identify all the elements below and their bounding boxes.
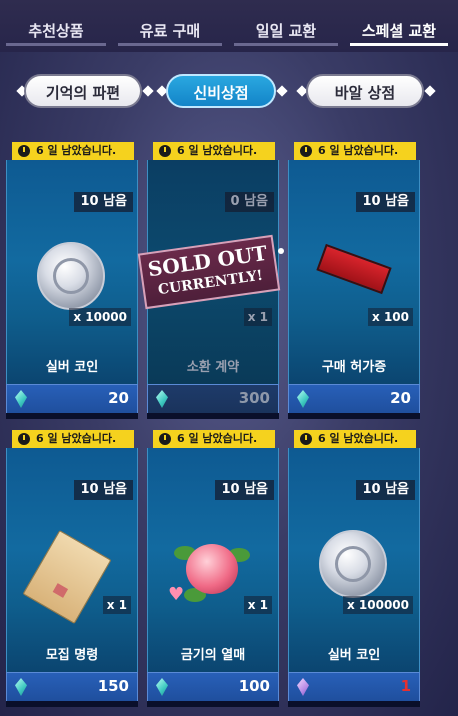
item-name: 모집 명령 — [45, 648, 99, 663]
teal-gem-icon — [15, 390, 27, 408]
timer-text: 6 일 남았습니다. — [318, 432, 399, 445]
item-quantity: x 100 — [368, 308, 413, 326]
item-quantity: x 1 — [102, 596, 131, 614]
timer-text: 6 일 남았습니다. — [36, 144, 117, 157]
teal-gem-icon — [156, 390, 168, 408]
price-bar[interactable]: 300 — [147, 384, 279, 414]
item-name: 실버 코인 — [45, 360, 99, 375]
remaining-count: 0 남음 — [224, 192, 274, 212]
clock-icon — [18, 145, 30, 157]
tab-label: 유료 구매 — [139, 22, 201, 40]
timer-badge: 6 일 남았습니다. — [12, 430, 134, 448]
clock-icon — [300, 433, 312, 445]
silver-coin-image — [319, 530, 387, 598]
price-bar[interactable]: 100 — [147, 672, 279, 702]
heart-icon: ♥ — [168, 584, 185, 605]
subtab-memory-fragment[interactable]: 기억의 파편 — [24, 74, 142, 108]
item-price: 1 — [400, 677, 411, 695]
item-price: 150 — [97, 677, 129, 695]
item-quantity: x 1 — [243, 596, 272, 614]
tab-label: 추천상품 — [28, 22, 84, 40]
purchase-permit-image — [316, 243, 392, 295]
timer-badge: 6 일 남았습니다. — [153, 142, 275, 160]
price-bar[interactable]: 20 — [6, 384, 138, 414]
shop-item-card[interactable]: 6 일 남았습니다. 10 남음 x 10000 실버 코인 20 — [6, 142, 138, 422]
clock-icon — [18, 433, 30, 445]
item-price: 100 — [238, 677, 270, 695]
item-panel: 10 남음 x 100000 실버 코인 — [288, 448, 420, 672]
teal-gem-icon — [156, 678, 168, 696]
item-panel: 10 남음 x 1 모집 명령 — [6, 448, 138, 672]
teal-gem-icon — [15, 678, 27, 696]
subtab-mystic-shop[interactable]: 신비상점 — [166, 74, 276, 108]
sparkle-icon — [278, 248, 284, 254]
subtab-baal-shop[interactable]: 바알 상점 — [306, 74, 424, 108]
shop-item-card[interactable]: 6 일 남았습니다. 10 남음 x 1 모집 명령 150 — [6, 430, 138, 710]
clock-icon — [300, 145, 312, 157]
item-quantity: x 10000 — [69, 308, 131, 326]
subtab-label: 신비상점 — [193, 84, 249, 102]
item-quantity: x 1 — [243, 308, 272, 326]
ornament-diamond — [142, 85, 154, 97]
item-name: 금기의 열매 — [180, 648, 246, 663]
item-price: 20 — [108, 389, 129, 407]
tab-recommended[interactable]: 추천상품 — [0, 0, 112, 52]
timer-text: 6 일 남았습니다. — [177, 432, 258, 445]
item-price: 300 — [238, 389, 270, 407]
item-name: 실버 코인 — [327, 648, 381, 663]
tab-label: 일일 교환 — [255, 22, 317, 40]
price-bar[interactable]: 1 — [288, 672, 420, 702]
remaining-count: 10 남음 — [215, 480, 274, 500]
silver-coin-image — [37, 242, 105, 310]
remaining-count: 10 남음 — [74, 192, 133, 212]
timer-badge: 6 일 남았습니다. — [294, 430, 416, 448]
subtab-label: 바알 상점 — [334, 84, 396, 102]
tab-special-exchange[interactable]: 스페셜 교환 — [344, 0, 454, 52]
teal-gem-icon — [297, 390, 309, 408]
special-exchange-shop-screen: { "tabs": ["추천상품", "유료 구매", "일일 교환", "스페… — [0, 0, 458, 716]
tab-daily-exchange[interactable]: 일일 교환 — [228, 0, 344, 52]
timer-text: 6 일 남았습니다. — [36, 432, 117, 445]
shop-item-card[interactable]: 6 일 남았습니다. 10 남음 x 100000 실버 코인 1 — [288, 430, 420, 710]
item-price: 20 — [390, 389, 411, 407]
subtab-label: 기억의 파편 — [45, 84, 121, 102]
remaining-count: 10 남음 — [356, 192, 415, 212]
ornament-diamond — [276, 85, 288, 97]
clock-icon — [159, 433, 171, 445]
shop-item-card[interactable]: 6 일 남았습니다. 0 남음 x 1 소환 계약 SOLD OUT CURRE… — [137, 142, 284, 422]
timer-badge: 6 일 남았습니다. — [153, 430, 275, 448]
price-bar[interactable]: 20 — [288, 384, 420, 414]
forbidden-fruit-image — [186, 544, 238, 594]
item-panel: 10 남음 x 100 구매 허가증 — [288, 160, 420, 384]
timer-badge: 6 일 남았습니다. — [12, 142, 134, 160]
item-name: 구매 허가증 — [321, 360, 387, 375]
ornament-diamond — [424, 85, 436, 97]
tab-label: 스페셜 교환 — [361, 22, 437, 40]
timer-text: 6 일 남았습니다. — [318, 144, 399, 157]
item-name: 소환 계약 — [186, 360, 240, 375]
timer-badge: 6 일 남았습니다. — [294, 142, 416, 160]
shop-item-card[interactable]: 6 일 남았습니다. 10 남음 ♥ x 1 금기의 열매 100 — [147, 430, 279, 710]
item-panel: 10 남음 x 10000 실버 코인 — [6, 160, 138, 384]
tab-paid-purchase[interactable]: 유료 구매 — [112, 0, 228, 52]
remaining-count: 10 남음 — [356, 480, 415, 500]
clock-icon — [159, 145, 171, 157]
remaining-count: 10 남음 — [74, 480, 133, 500]
item-quantity: x 100000 — [342, 596, 413, 614]
top-tab-bar: 추천상품 유료 구매 일일 교환 스페셜 교환 — [0, 0, 458, 52]
purple-gem-icon — [297, 678, 309, 696]
timer-text: 6 일 남았습니다. — [177, 144, 258, 157]
recruit-order-envelope-image — [22, 529, 112, 625]
shop-item-card[interactable]: 6 일 남았습니다. 10 남음 x 100 구매 허가증 20 — [288, 142, 420, 422]
item-panel: 10 남음 ♥ x 1 금기의 열매 — [147, 448, 279, 672]
price-bar[interactable]: 150 — [6, 672, 138, 702]
